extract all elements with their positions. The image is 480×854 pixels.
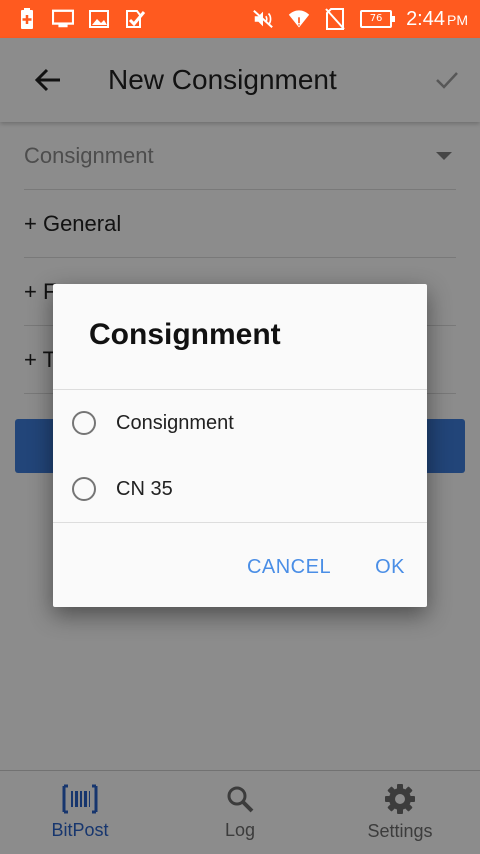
no-sim-icon <box>324 8 346 30</box>
wifi-icon <box>288 8 310 30</box>
option-cn35[interactable]: CN 35 <box>53 456 427 522</box>
clock: 2:44 PM <box>406 8 468 31</box>
checklist-icon <box>124 8 146 30</box>
ok-button[interactable]: OK <box>353 548 427 587</box>
status-bar: 76 2:44 PM <box>0 0 480 38</box>
radio-button[interactable] <box>72 477 96 501</box>
option-consignment[interactable]: Consignment <box>53 390 427 456</box>
consignment-dialog: Consignment Consignment CN 35 CANCEL OK <box>53 284 427 607</box>
battery-icon: 76 <box>360 10 396 28</box>
battery-saver-icon <box>16 8 38 30</box>
dialog-title: Consignment <box>89 318 281 351</box>
clock-ampm: PM <box>447 11 468 28</box>
monitor-icon <box>52 8 74 30</box>
option-label: Consignment <box>116 411 234 434</box>
dialog-divider <box>53 522 427 523</box>
radio-button[interactable] <box>72 411 96 435</box>
mute-icon <box>252 8 274 30</box>
dialog-actions: CANCEL OK <box>225 548 427 587</box>
image-icon <box>88 8 110 30</box>
cancel-button[interactable]: CANCEL <box>225 548 353 587</box>
clock-time: 2:44 <box>406 7 445 30</box>
option-label: CN 35 <box>116 477 173 500</box>
